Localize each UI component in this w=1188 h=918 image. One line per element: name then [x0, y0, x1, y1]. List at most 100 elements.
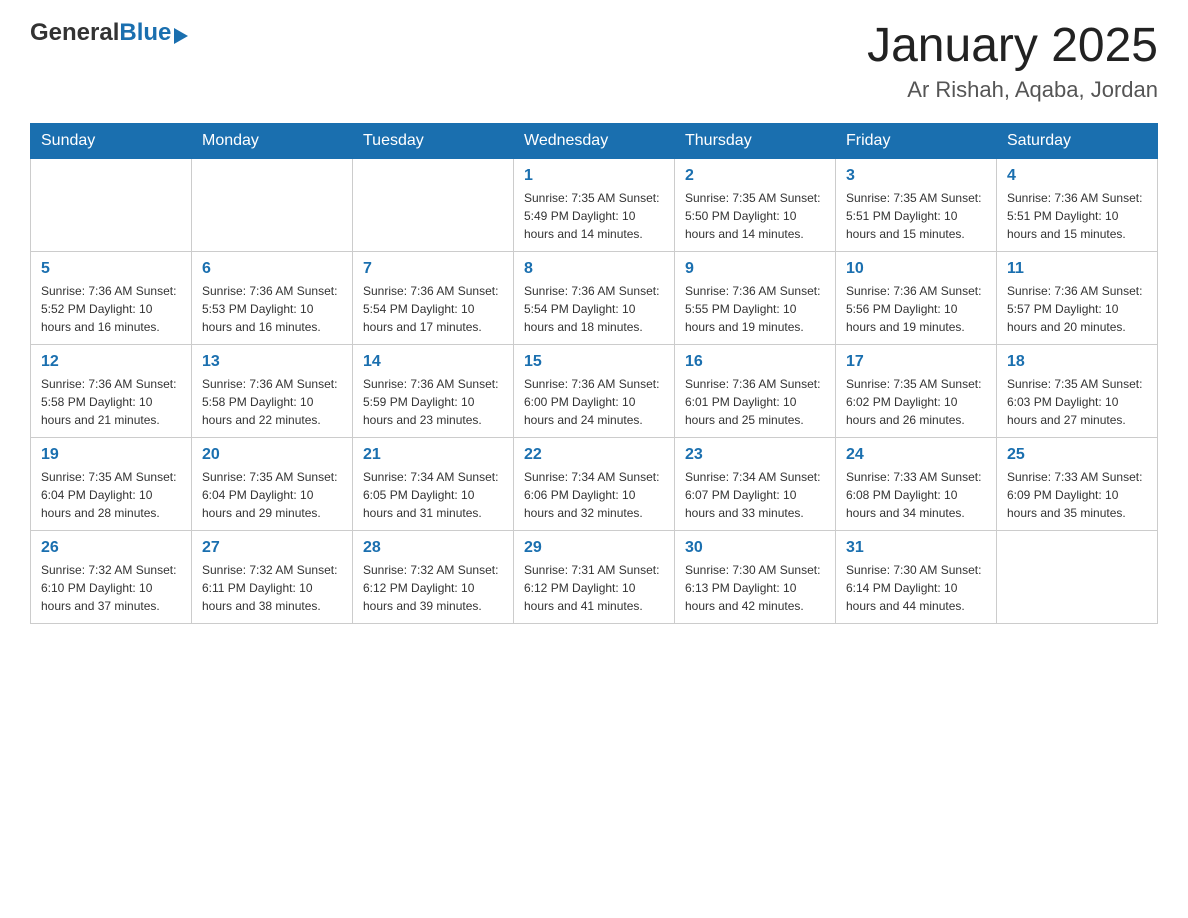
weekday-header-wednesday: Wednesday	[514, 123, 675, 158]
page-header: GeneralBlue January 2025 Ar Rishah, Aqab…	[30, 20, 1158, 103]
day-info: Sunrise: 7:36 AM Sunset: 5:57 PM Dayligh…	[1007, 282, 1147, 336]
day-info: Sunrise: 7:35 AM Sunset: 5:49 PM Dayligh…	[524, 189, 664, 243]
calendar-cell: 19Sunrise: 7:35 AM Sunset: 6:04 PM Dayli…	[31, 437, 192, 530]
calendar-cell: 6 Sunrise: 7:36 AM Sunset: 5:53 PM Daylig…	[192, 251, 353, 344]
day-info: Sunrise: 7:36 AM Sunset: 5:59 PM Dayligh…	[363, 375, 503, 429]
day-number: 29	[524, 539, 664, 557]
day-number: 22	[524, 446, 664, 464]
calendar-cell: 25 Sunrise: 7:33 AM Sunset: 6:09 PM Dayli…	[997, 437, 1158, 530]
calendar-cell: 2 Sunrise: 7:35 AM Sunset: 5:50 PM Daylig…	[675, 158, 836, 251]
calendar-cell: 10Sunrise: 7:36 AM Sunset: 5:56 PM Dayli…	[836, 251, 997, 344]
day-number: 21	[363, 446, 503, 464]
day-info: Sunrise: 7:36 AM Sunset: 5:55 PM Dayligh…	[685, 282, 825, 336]
calendar-cell: 3Sunrise: 7:35 AM Sunset: 5:51 PM Daylig…	[836, 158, 997, 251]
calendar-cell: 23 Sunrise: 7:34 AM Sunset: 6:07 PM Dayli…	[675, 437, 836, 530]
day-number: 5	[41, 260, 181, 278]
day-number: 14	[363, 353, 503, 371]
day-info: Sunrise: 7:31 AM Sunset: 6:12 PM Dayligh…	[524, 561, 664, 615]
calendar-cell	[192, 158, 353, 251]
day-info: Sunrise: 7:36 AM Sunset: 5:52 PM Dayligh…	[41, 282, 181, 336]
day-info: Sunrise: 7:36 AM Sunset: 6:01 PM Dayligh…	[685, 375, 825, 429]
calendar-cell: 13Sunrise: 7:36 AM Sunset: 5:58 PM Dayli…	[192, 344, 353, 437]
day-number: 19	[41, 446, 181, 464]
day-number: 4	[1007, 167, 1147, 185]
day-info: Sunrise: 7:35 AM Sunset: 6:03 PM Dayligh…	[1007, 375, 1147, 429]
calendar-cell: 12 Sunrise: 7:36 AM Sunset: 5:58 PM Dayli…	[31, 344, 192, 437]
calendar-cell: 27Sunrise: 7:32 AM Sunset: 6:11 PM Dayli…	[192, 530, 353, 623]
calendar-cell: 18 Sunrise: 7:35 AM Sunset: 6:03 PM Dayli…	[997, 344, 1158, 437]
weekday-header-monday: Monday	[192, 123, 353, 158]
day-info: Sunrise: 7:36 AM Sunset: 6:00 PM Dayligh…	[524, 375, 664, 429]
day-info: Sunrise: 7:36 AM Sunset: 5:58 PM Dayligh…	[202, 375, 342, 429]
day-info: Sunrise: 7:35 AM Sunset: 6:04 PM Dayligh…	[202, 468, 342, 522]
day-number: 27	[202, 539, 342, 557]
day-number: 17	[846, 353, 986, 371]
logo-general-text: GeneralBlue	[30, 20, 188, 46]
day-number: 31	[846, 539, 986, 557]
calendar-cell: 31 Sunrise: 7:30 AM Sunset: 6:14 PM Dayli…	[836, 530, 997, 623]
day-info: Sunrise: 7:36 AM Sunset: 5:58 PM Dayligh…	[41, 375, 181, 429]
day-number: 9	[685, 260, 825, 278]
week-row-1: 1 Sunrise: 7:35 AM Sunset: 5:49 PM Daylig…	[31, 158, 1158, 251]
calendar-cell	[31, 158, 192, 251]
day-number: 1	[524, 167, 664, 185]
day-number: 18	[1007, 353, 1147, 371]
day-info: Sunrise: 7:32 AM Sunset: 6:10 PM Dayligh…	[41, 561, 181, 615]
location-subtitle: Ar Rishah, Aqaba, Jordan	[867, 77, 1158, 103]
day-number: 20	[202, 446, 342, 464]
weekday-header-thursday: Thursday	[675, 123, 836, 158]
calendar-cell	[353, 158, 514, 251]
calendar-cell: 14 Sunrise: 7:36 AM Sunset: 5:59 PM Dayli…	[353, 344, 514, 437]
weekday-header-saturday: Saturday	[997, 123, 1158, 158]
calendar-cell: 30Sunrise: 7:30 AM Sunset: 6:13 PM Dayli…	[675, 530, 836, 623]
day-info: Sunrise: 7:36 AM Sunset: 5:51 PM Dayligh…	[1007, 189, 1147, 243]
day-number: 11	[1007, 260, 1147, 278]
day-info: Sunrise: 7:35 AM Sunset: 5:50 PM Dayligh…	[685, 189, 825, 243]
day-number: 3	[846, 167, 986, 185]
day-info: Sunrise: 7:32 AM Sunset: 6:12 PM Dayligh…	[363, 561, 503, 615]
day-info: Sunrise: 7:33 AM Sunset: 6:08 PM Dayligh…	[846, 468, 986, 522]
calendar-cell: 29 Sunrise: 7:31 AM Sunset: 6:12 PM Dayli…	[514, 530, 675, 623]
calendar-cell	[997, 530, 1158, 623]
day-info: Sunrise: 7:36 AM Sunset: 5:54 PM Dayligh…	[524, 282, 664, 336]
day-number: 25	[1007, 446, 1147, 464]
day-number: 28	[363, 539, 503, 557]
day-number: 15	[524, 353, 664, 371]
day-info: Sunrise: 7:36 AM Sunset: 5:54 PM Dayligh…	[363, 282, 503, 336]
day-number: 2	[685, 167, 825, 185]
day-info: Sunrise: 7:36 AM Sunset: 5:56 PM Dayligh…	[846, 282, 986, 336]
title-section: January 2025 Ar Rishah, Aqaba, Jordan	[867, 20, 1158, 103]
day-info: Sunrise: 7:34 AM Sunset: 6:06 PM Dayligh…	[524, 468, 664, 522]
calendar-cell: 16 Sunrise: 7:36 AM Sunset: 6:01 PM Dayli…	[675, 344, 836, 437]
day-number: 7	[363, 260, 503, 278]
weekday-header-row: SundayMondayTuesdayWednesdayThursdayFrid…	[31, 123, 1158, 158]
calendar-cell: 20 Sunrise: 7:35 AM Sunset: 6:04 PM Dayli…	[192, 437, 353, 530]
week-row-4: 19 Sunrise: 7:35 AM Sunset: 6:04 PM Dayli…	[31, 437, 1158, 530]
calendar-cell: 9 Sunrise: 7:36 AM Sunset: 5:55 PM Daylig…	[675, 251, 836, 344]
calendar-cell: 15 Sunrise: 7:36 AM Sunset: 6:00 PM Dayli…	[514, 344, 675, 437]
day-number: 26	[41, 539, 181, 557]
day-number: 12	[41, 353, 181, 371]
day-info: Sunrise: 7:34 AM Sunset: 6:07 PM Dayligh…	[685, 468, 825, 522]
week-row-2: 5 Sunrise: 7:36 AM Sunset: 5:52 PM Daylig…	[31, 251, 1158, 344]
day-info: Sunrise: 7:34 AM Sunset: 6:05 PM Dayligh…	[363, 468, 503, 522]
calendar-cell: 4 Sunrise: 7:36 AM Sunset: 5:51 PM Daylig…	[997, 158, 1158, 251]
logo: GeneralBlue	[30, 20, 188, 46]
calendar-cell: 21 Sunrise: 7:34 AM Sunset: 6:05 PM Dayli…	[353, 437, 514, 530]
calendar-table: SundayMondayTuesdayWednesdayThursdayFrid…	[30, 123, 1158, 624]
calendar-cell: 5 Sunrise: 7:36 AM Sunset: 5:52 PM Daylig…	[31, 251, 192, 344]
calendar-cell: 22 Sunrise: 7:34 AM Sunset: 6:06 PM Dayli…	[514, 437, 675, 530]
calendar-cell: 8Sunrise: 7:36 AM Sunset: 5:54 PM Daylig…	[514, 251, 675, 344]
day-info: Sunrise: 7:33 AM Sunset: 6:09 PM Dayligh…	[1007, 468, 1147, 522]
day-info: Sunrise: 7:30 AM Sunset: 6:14 PM Dayligh…	[846, 561, 986, 615]
day-number: 6	[202, 260, 342, 278]
calendar-cell: 1 Sunrise: 7:35 AM Sunset: 5:49 PM Daylig…	[514, 158, 675, 251]
day-number: 16	[685, 353, 825, 371]
week-row-3: 12 Sunrise: 7:36 AM Sunset: 5:58 PM Dayli…	[31, 344, 1158, 437]
day-number: 23	[685, 446, 825, 464]
calendar-cell: 28 Sunrise: 7:32 AM Sunset: 6:12 PM Dayli…	[353, 530, 514, 623]
month-title: January 2025	[867, 20, 1158, 73]
day-info: Sunrise: 7:36 AM Sunset: 5:53 PM Dayligh…	[202, 282, 342, 336]
weekday-header-friday: Friday	[836, 123, 997, 158]
day-number: 24	[846, 446, 986, 464]
